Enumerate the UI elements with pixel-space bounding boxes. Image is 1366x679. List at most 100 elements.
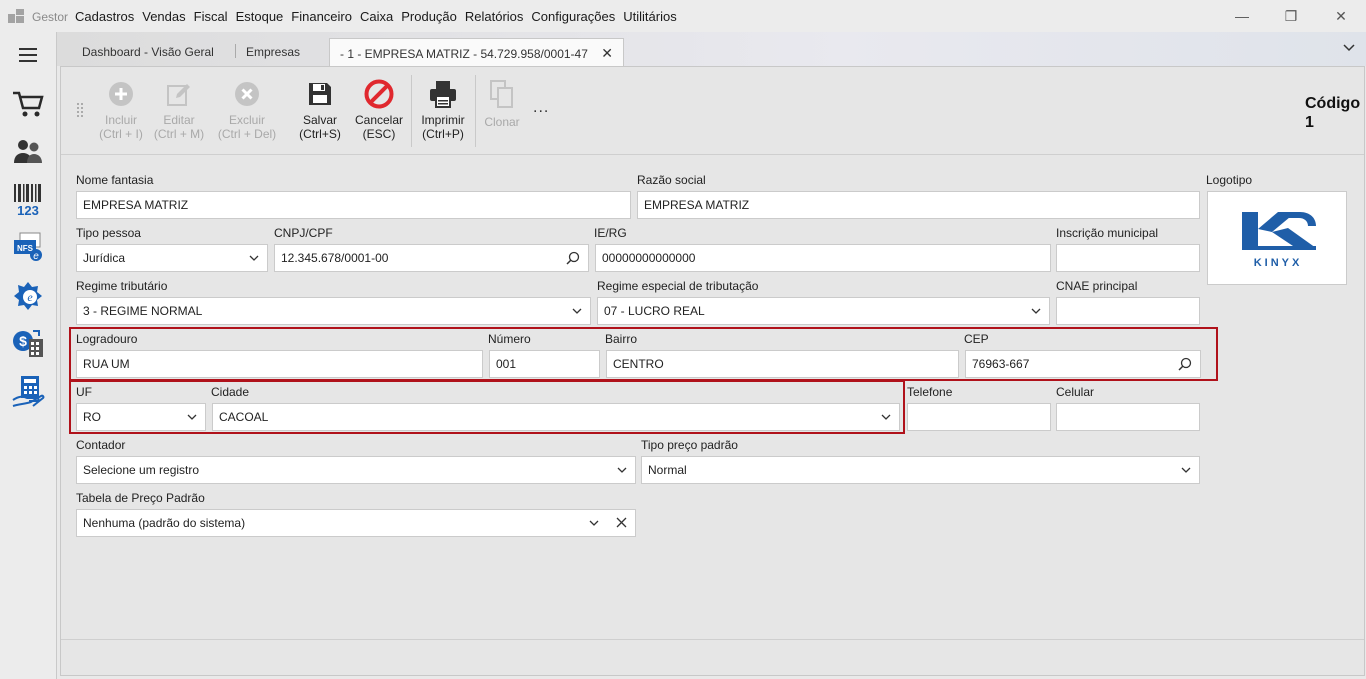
logotipo-image[interactable]: KINYX	[1207, 191, 1347, 285]
editar-button[interactable]: Editar (Ctrl + M)	[151, 79, 207, 141]
contador-value: Selecione um registro	[83, 463, 200, 477]
nome-fantasia-input[interactable]: EMPRESA MATRIZ	[76, 191, 631, 219]
company-form: Nome fantasia EMPRESA MATRIZ Razão socia…	[61, 156, 1364, 639]
cidade-label: Cidade	[211, 385, 250, 399]
celular-label: Celular	[1056, 385, 1095, 399]
codigo-display: Código 1	[1305, 94, 1360, 132]
search-icon[interactable]	[566, 251, 580, 265]
calculator-icon[interactable]	[10, 374, 46, 408]
ie-input[interactable]: 00000000000000	[595, 244, 1051, 272]
tabela-preco-label: Tabela de Preço Padrão	[76, 491, 205, 505]
uf-select[interactable]: RO	[76, 403, 206, 431]
contador-select[interactable]: Selecione um registro	[76, 456, 636, 484]
numero-label: Número	[488, 332, 531, 346]
nfe-icon[interactable]: e	[10, 278, 46, 312]
search-icon[interactable]	[1178, 357, 1192, 371]
main-menu: Cadastros Vendas Fiscal Estoque Financei…	[75, 9, 685, 24]
nfse-icon[interactable]: NFS e	[10, 230, 46, 264]
cancelar-shortcut: (ESC)	[362, 127, 396, 141]
celular-input[interactable]	[1056, 403, 1200, 431]
close-tab-icon[interactable]: ✕	[601, 45, 613, 61]
inscricao-municipal-label: Inscrição municipal	[1056, 226, 1159, 240]
editar-label: Editar	[163, 113, 195, 127]
tab-empresas[interactable]: Empresas	[246, 38, 300, 66]
cep-input[interactable]: 76963-667	[965, 350, 1201, 378]
menu-item-financeiro[interactable]: Financeiro	[291, 9, 352, 24]
salvar-button[interactable]: Salvar (Ctrl+S)	[293, 79, 347, 141]
ie-value: 00000000000000	[602, 251, 696, 265]
chevron-down-icon	[1181, 467, 1191, 473]
bairro-value: CENTRO	[613, 357, 664, 371]
chevron-down-icon	[617, 467, 627, 473]
menu-item-configuracoes[interactable]: Configurações	[531, 9, 615, 24]
regime-especial-select[interactable]: 07 - LUCRO REAL	[597, 297, 1050, 325]
toolbar-separator	[475, 75, 476, 147]
people-icon[interactable]	[10, 134, 46, 168]
razao-social-value: EMPRESA MATRIZ	[644, 198, 750, 212]
regime-especial-label: Regime especial de tributação	[597, 279, 759, 293]
menu-item-producao[interactable]: Produção	[401, 9, 457, 24]
incluir-button[interactable]: Incluir (Ctrl + I)	[93, 79, 149, 141]
cnae-label: CNAE principal	[1056, 279, 1138, 293]
razao-social-input[interactable]: EMPRESA MATRIZ	[637, 191, 1200, 219]
inscricao-municipal-input[interactable]	[1056, 244, 1200, 272]
salvar-label: Salvar	[302, 113, 337, 127]
regime-tributario-value: 3 - REGIME NORMAL	[83, 304, 203, 318]
tab-list-chevron-icon[interactable]	[1343, 41, 1355, 56]
svg-text:$: $	[19, 333, 27, 349]
tabela-preco-select[interactable]: Nenhuma (padrão do sistema)	[76, 509, 636, 537]
menu-item-cadastros[interactable]: Cadastros	[75, 9, 134, 24]
regime-especial-value: 07 - LUCRO REAL	[604, 304, 705, 318]
incluir-label: Incluir	[104, 113, 137, 127]
barcode-icon[interactable]: 123	[10, 182, 46, 216]
tipo-preco-select[interactable]: Normal	[641, 456, 1200, 484]
sidebar: 123 NFS e e $	[0, 32, 57, 679]
cancelar-button[interactable]: Cancelar (ESC)	[351, 79, 407, 141]
menu-item-estoque[interactable]: Estoque	[236, 9, 284, 24]
editar-shortcut: (Ctrl + M)	[153, 127, 205, 141]
imprimir-button[interactable]: Imprimir (Ctrl+P)	[415, 79, 471, 141]
kinyx-logo-icon: KINYX	[1242, 212, 1316, 269]
cnae-input[interactable]	[1056, 297, 1200, 325]
menu-item-relatorios[interactable]: Relatórios	[465, 9, 524, 24]
tipo-pessoa-select[interactable]: Jurídica	[76, 244, 268, 272]
cart-icon[interactable]	[10, 87, 46, 121]
tab-dashboard[interactable]: Dashboard - Visão Geral	[82, 38, 214, 66]
logradouro-value: RUA UM	[83, 357, 130, 371]
close-window-button[interactable]: ✕	[1329, 6, 1353, 26]
regime-tributario-select[interactable]: 3 - REGIME NORMAL	[76, 297, 591, 325]
contador-label: Contador	[76, 438, 126, 452]
more-options-button[interactable]: ...	[533, 99, 549, 117]
add-icon	[93, 79, 149, 109]
menu-item-fiscal[interactable]: Fiscal	[194, 9, 228, 24]
svg-text:e: e	[27, 290, 33, 304]
excluir-label: Excluir	[228, 113, 265, 127]
logradouro-input[interactable]: RUA UM	[76, 350, 483, 378]
menu-item-caixa[interactable]: Caixa	[360, 9, 393, 24]
logotipo-label: Logotipo	[1206, 173, 1253, 187]
restore-button[interactable]: ❐	[1279, 6, 1303, 26]
salvar-shortcut: (Ctrl+S)	[299, 127, 341, 141]
numero-input[interactable]: 001	[489, 350, 600, 378]
cnpj-input[interactable]: 12.345.678/0001-00	[274, 244, 589, 272]
cidade-select[interactable]: CACOAL	[212, 403, 900, 431]
toolbar-grip-icon[interactable]	[77, 103, 83, 117]
cash-register-icon[interactable]: $	[10, 326, 46, 360]
telefone-input[interactable]	[907, 403, 1051, 431]
minimize-button[interactable]: —	[1230, 6, 1254, 26]
imprimir-label: Imprimir	[421, 113, 465, 127]
bairro-input[interactable]: CENTRO	[606, 350, 959, 378]
menu-item-vendas[interactable]: Vendas	[142, 9, 185, 24]
excluir-button[interactable]: Excluir (Ctrl + Del)	[215, 79, 279, 141]
menu-item-utilitarios[interactable]: Utilitários	[623, 9, 676, 24]
logradouro-label: Logradouro	[76, 332, 138, 346]
tipo-pessoa-value: Jurídica	[83, 251, 126, 265]
clear-icon[interactable]	[616, 517, 627, 528]
app-logo-icon	[8, 9, 24, 23]
clonar-button[interactable]: Clonar	[479, 79, 525, 129]
chevron-down-icon[interactable]	[589, 518, 599, 528]
menu-icon[interactable]	[10, 38, 46, 72]
cancel-icon	[351, 79, 407, 109]
svg-text:KINYX: KINYX	[1254, 257, 1303, 269]
tab-empresa-matriz[interactable]: - 1 - EMPRESA MATRIZ - 54.729.958/0001-4…	[329, 38, 624, 66]
